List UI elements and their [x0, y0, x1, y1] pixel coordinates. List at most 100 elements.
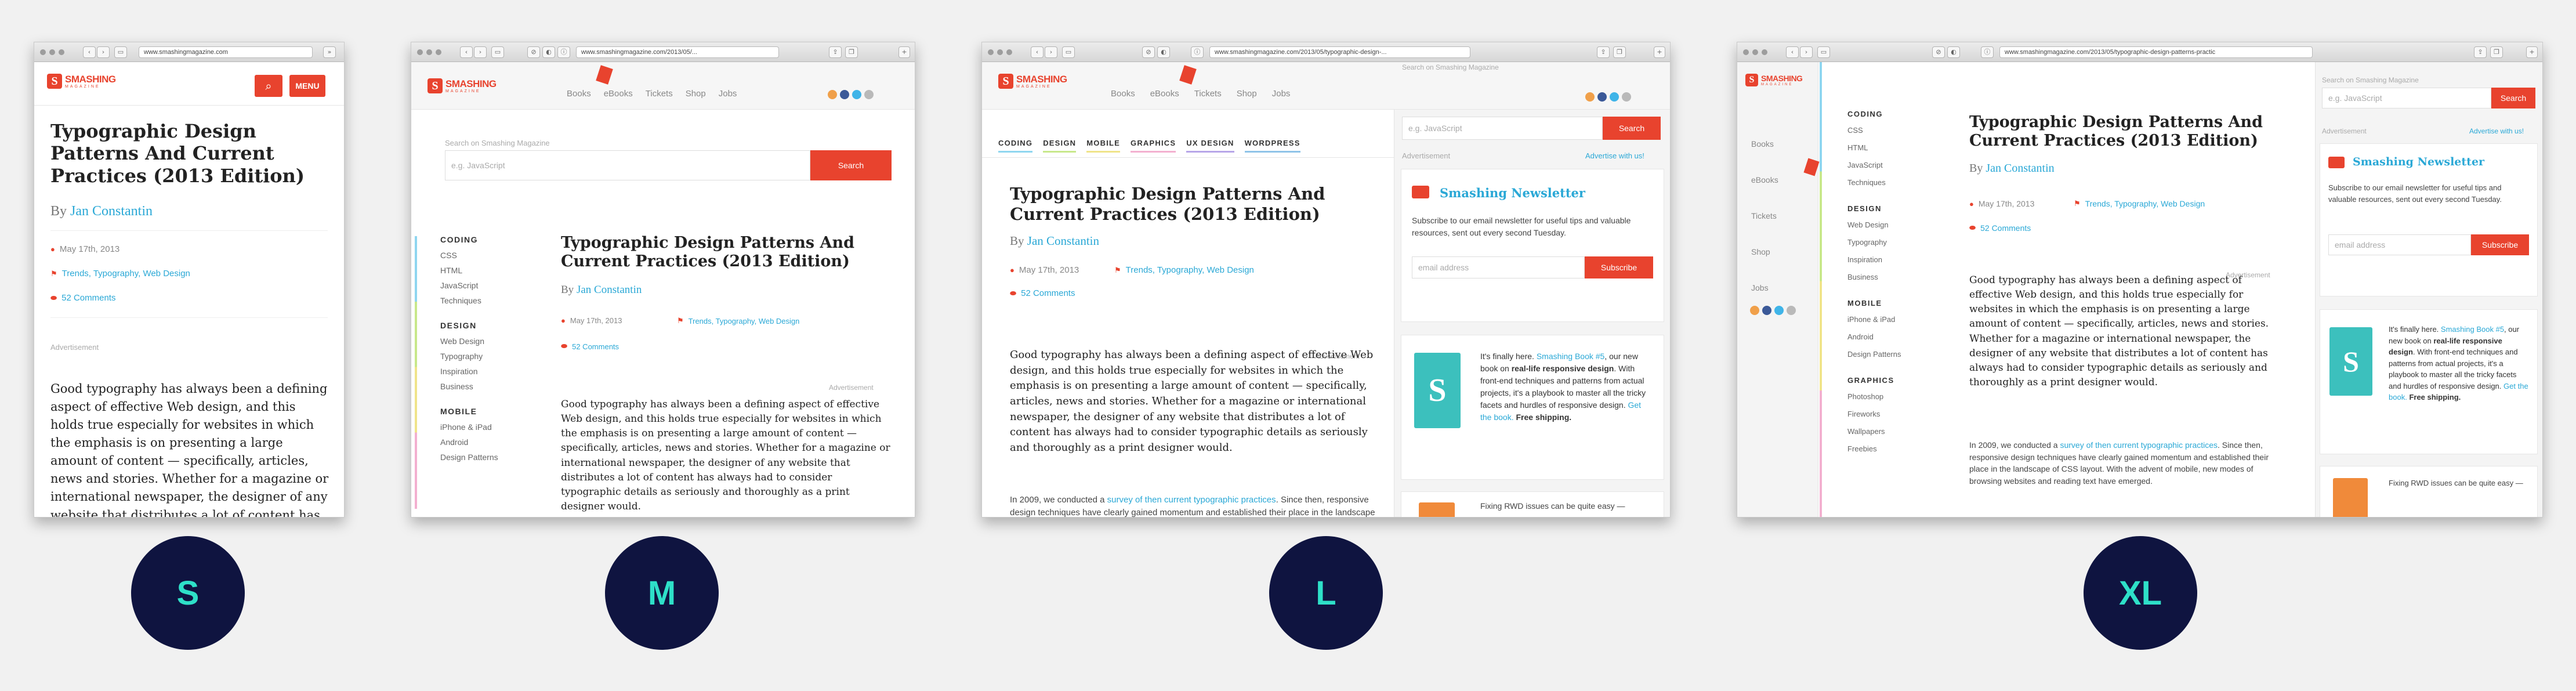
- nav-item[interactable]: CSS: [440, 248, 498, 263]
- upload-icon[interactable]: ⇪: [1597, 46, 1610, 58]
- nav-shop[interactable]: Shop: [1237, 89, 1257, 99]
- site-logo[interactable]: S SMASHING MAGAZINE: [427, 78, 497, 93]
- nav-books[interactable]: Books: [567, 89, 591, 99]
- more-icon[interactable]: »: [323, 46, 336, 58]
- author-link[interactable]: Jan Constantin: [1027, 234, 1099, 248]
- sidebar-icon[interactable]: ▭: [1062, 46, 1075, 58]
- nav-tickets[interactable]: Tickets: [1194, 89, 1222, 99]
- cat-mobile[interactable]: MOBILE: [1086, 139, 1121, 153]
- back-icon[interactable]: ‹: [1031, 46, 1044, 58]
- forward-icon[interactable]: ›: [474, 46, 487, 58]
- nav-item[interactable]: CSS: [1847, 122, 1901, 139]
- site-logo[interactable]: S SMASHING MAGAZINE: [1745, 74, 1803, 86]
- nav-jobs[interactable]: Jobs: [1751, 270, 1778, 306]
- nav-item[interactable]: HTML: [440, 263, 498, 278]
- nav-item[interactable]: JavaScript: [1847, 157, 1901, 174]
- nav-tickets[interactable]: Tickets: [646, 89, 673, 99]
- nav-item[interactable]: Business: [1847, 269, 1901, 286]
- facebook-icon[interactable]: [840, 90, 849, 99]
- privacy-icon[interactable]: ◐: [1947, 46, 1960, 58]
- cat-graphics[interactable]: GRAPHICS: [1131, 139, 1176, 153]
- info-icon[interactable]: ⓘ: [557, 46, 570, 58]
- upload-icon[interactable]: ⇪: [829, 46, 842, 58]
- back-icon[interactable]: ‹: [1786, 46, 1799, 58]
- nav-category-coding[interactable]: CODING: [1847, 110, 1901, 118]
- cat-coding[interactable]: CODING: [998, 139, 1033, 153]
- site-logo[interactable]: S SMASHING MAGAZINE: [998, 74, 1067, 89]
- rss-icon[interactable]: [1750, 306, 1759, 315]
- tabs-icon[interactable]: ❐: [845, 46, 858, 58]
- rss-icon[interactable]: [828, 90, 837, 99]
- email-icon[interactable]: [864, 90, 874, 99]
- email-input[interactable]: email address: [1412, 256, 1585, 278]
- facebook-icon[interactable]: [1762, 306, 1771, 315]
- nav-item[interactable]: Typography: [440, 349, 498, 364]
- nav-item[interactable]: Android: [1847, 328, 1901, 346]
- nav-item[interactable]: Business: [440, 379, 498, 394]
- address-bar[interactable]: www.smashingmagazine.com: [139, 46, 313, 58]
- back-icon[interactable]: ‹: [83, 46, 96, 58]
- author-link[interactable]: Jan Constantin: [1986, 162, 2054, 175]
- tabs-icon[interactable]: ❐: [2490, 46, 2503, 58]
- search-button[interactable]: Search: [1603, 117, 1661, 140]
- email-input[interactable]: email address: [2328, 234, 2471, 255]
- address-bar[interactable]: www.smashingmagazine.com/2013/05/typogra…: [1999, 46, 2313, 58]
- nav-ebooks[interactable]: eBooks: [1150, 89, 1179, 99]
- new-tab-icon[interactable]: +: [898, 46, 910, 58]
- share-icon[interactable]: ⊘: [527, 46, 540, 58]
- subscribe-button[interactable]: Subscribe: [2471, 234, 2529, 255]
- nav-category-coding[interactable]: CODING: [440, 235, 498, 244]
- window-controls[interactable]: [988, 49, 1012, 55]
- info-icon[interactable]: ⓘ: [1191, 46, 1204, 58]
- search-input[interactable]: e.g. JavaScript: [445, 150, 810, 180]
- forward-icon[interactable]: ›: [1045, 46, 1057, 58]
- nav-ebooks[interactable]: eBooks: [604, 89, 633, 99]
- nav-item[interactable]: Android: [440, 435, 498, 450]
- window-controls[interactable]: [1743, 49, 1767, 55]
- new-tab-icon[interactable]: +: [1654, 46, 1665, 58]
- share-icon[interactable]: ⊘: [1142, 46, 1155, 58]
- nav-category-design[interactable]: DESIGN: [1847, 204, 1901, 213]
- book-link[interactable]: Smashing Book #5: [2441, 325, 2504, 334]
- nav-item[interactable]: Techniques: [1847, 174, 1901, 191]
- nav-item[interactable]: Wallpapers: [1847, 423, 1901, 440]
- new-tab-icon[interactable]: +: [2526, 46, 2538, 58]
- nav-item[interactable]: Web Design: [440, 334, 498, 349]
- sidebar-icon[interactable]: ▭: [1817, 46, 1830, 58]
- nav-jobs[interactable]: Jobs: [1272, 89, 1291, 99]
- site-logo[interactable]: S SMASHING MAGAZINE: [47, 74, 116, 89]
- nav-category-mobile[interactable]: MOBILE: [440, 407, 498, 416]
- sidebar-icon[interactable]: ▭: [491, 46, 504, 58]
- nav-jobs[interactable]: Jobs: [719, 89, 737, 99]
- survey-link[interactable]: survey of then current typographic pract…: [2060, 440, 2218, 450]
- cat-ux-design[interactable]: UX DESIGN: [1186, 139, 1234, 153]
- rss-icon[interactable]: [1585, 92, 1595, 102]
- nav-tickets[interactable]: Tickets: [1751, 198, 1778, 234]
- privacy-icon[interactable]: ◐: [1157, 46, 1170, 58]
- nav-item[interactable]: iPhone & iPad: [1847, 311, 1901, 328]
- nav-category-design[interactable]: DESIGN: [440, 321, 498, 330]
- search-button[interactable]: Search: [2491, 88, 2535, 108]
- survey-link[interactable]: survey of then current typographic pract…: [1107, 495, 1276, 505]
- nav-category-mobile[interactable]: MOBILE: [1847, 299, 1901, 307]
- nav-shop[interactable]: Shop: [686, 89, 706, 99]
- advertise-link[interactable]: Advertise with us!: [1585, 151, 1644, 160]
- nav-ebooks[interactable]: eBooks: [1751, 162, 1778, 198]
- address-bar[interactable]: www.smashingmagazine.com/2013/05/...: [576, 46, 779, 58]
- author-link[interactable]: Jan Constantin: [577, 284, 642, 296]
- advertise-link[interactable]: Advertise with us!: [2469, 127, 2524, 135]
- twitter-icon[interactable]: [852, 90, 861, 99]
- search-button[interactable]: Search: [810, 150, 892, 180]
- nav-item[interactable]: Inspiration: [440, 364, 498, 379]
- nav-item[interactable]: Design Patterns: [440, 450, 498, 465]
- nav-item[interactable]: Typography: [1847, 234, 1901, 251]
- twitter-icon[interactable]: [1774, 306, 1784, 315]
- author-link[interactable]: Jan Constantin: [70, 204, 153, 219]
- menu-button[interactable]: MENU: [289, 75, 325, 97]
- nav-item[interactable]: Inspiration: [1847, 251, 1901, 269]
- window-controls[interactable]: [417, 49, 441, 55]
- nav-item[interactable]: Fireworks: [1847, 406, 1901, 423]
- nav-books[interactable]: Books: [1111, 89, 1135, 99]
- subscribe-button[interactable]: Subscribe: [1585, 256, 1653, 278]
- nav-item[interactable]: Techniques: [440, 293, 498, 308]
